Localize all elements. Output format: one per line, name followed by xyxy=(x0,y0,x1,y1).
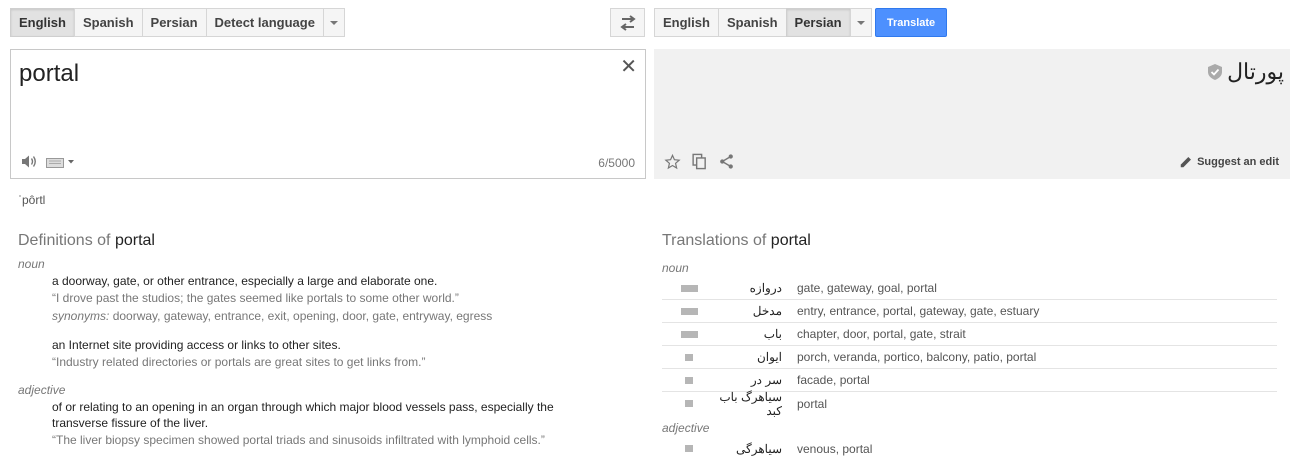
definition-gloss: an Internet site providing access or lin… xyxy=(52,338,341,352)
translation-word[interactable]: دروازه xyxy=(716,281,786,295)
verified-shield-icon xyxy=(1208,64,1223,80)
definition-entry: of or relating to an opening in an organ… xyxy=(52,399,612,449)
target-lang-spanish[interactable]: Spanish xyxy=(717,8,786,37)
part-of-speech: noun xyxy=(662,261,689,275)
source-lang-persian[interactable]: Persian xyxy=(141,8,206,37)
translation-row[interactable]: دروازه gate, gateway, goal, portal xyxy=(662,277,1277,300)
synonyms-list[interactable]: doorway, gateway, entrance, exit, openin… xyxy=(113,309,493,323)
translation-word[interactable]: سیاهرگی xyxy=(716,442,786,456)
frequency-bar xyxy=(662,400,716,407)
target-lang-english[interactable]: English xyxy=(654,8,718,37)
translation-word[interactable]: سیاهرگ باب کبد xyxy=(716,390,786,418)
frequency-bar xyxy=(662,307,716,315)
translation-row[interactable]: مدخل entry, entrance, portal, gateway, ga… xyxy=(662,300,1277,323)
source-lang-english[interactable]: English xyxy=(10,8,74,37)
character-counter: 6/5000 xyxy=(598,156,635,170)
translation-word[interactable]: ایوان xyxy=(716,350,786,364)
share-icon[interactable] xyxy=(718,153,735,170)
source-language-bar: English Spanish Persian Detect language xyxy=(10,8,345,37)
frequency-bar xyxy=(662,284,716,292)
translation-row[interactable]: باب chapter, door, portal, gate, strait xyxy=(662,323,1277,346)
phonetic-transcription: ˈpôrtl xyxy=(18,193,46,207)
swap-languages-button[interactable] xyxy=(610,8,645,37)
reverse-translations[interactable]: portal xyxy=(786,397,827,411)
definitions-title: Definitions of portal xyxy=(18,232,155,249)
translation-word[interactable]: باب xyxy=(716,327,786,341)
translation-word[interactable]: مدخل xyxy=(716,304,786,318)
pencil-icon xyxy=(1180,157,1192,168)
definition-entry: a doorway, gate, or other entrance, espe… xyxy=(52,273,638,325)
translations-section: Translations of portal noun دروازه gate, g… xyxy=(662,232,1277,460)
chevron-down-icon xyxy=(856,20,865,25)
reverse-translations[interactable]: venous, portal xyxy=(786,442,872,456)
suggest-edit-button[interactable]: Suggest an edit xyxy=(1179,155,1279,169)
copy-icon[interactable] xyxy=(691,153,708,170)
definition-example: “I drove past the studios; the gates see… xyxy=(52,291,459,305)
part-of-speech: adjective xyxy=(18,383,66,397)
suggest-edit-label: Suggest an edit xyxy=(1197,156,1279,168)
source-lang-detect[interactable]: Detect language xyxy=(205,8,323,37)
definition-gloss: a doorway, gate, or other entrance, espe… xyxy=(52,274,438,288)
translation-row[interactable]: سیاهرگ باب کبد portal xyxy=(662,390,1277,418)
reverse-translations[interactable]: chapter, door, portal, gate, strait xyxy=(786,327,966,341)
definition-example: “Industry related directories or portals… xyxy=(52,355,426,369)
translation-row[interactable]: ایوان porch, veranda, portico, balcony, p… xyxy=(662,346,1277,369)
frequency-bar xyxy=(662,353,716,361)
reverse-translations[interactable]: facade, portal xyxy=(786,373,870,387)
definition-example: “The liver biopsy specimen showed portal… xyxy=(52,433,545,447)
translation-result-area: پورتال Suggest an edit xyxy=(654,49,1290,179)
synonyms-line: synonyms: doorway, gateway, entrance, ex… xyxy=(52,309,493,323)
reverse-translations[interactable]: porch, veranda, portico, balcony, patio,… xyxy=(786,350,1036,364)
translation-word[interactable]: سر در xyxy=(716,373,786,387)
reverse-translations[interactable]: gate, gateway, goal, portal xyxy=(786,281,937,295)
part-of-speech: adjective xyxy=(662,421,710,435)
target-language-bar: English Spanish Persian xyxy=(654,8,872,37)
translate-button[interactable]: Translate xyxy=(875,8,947,37)
target-lang-persian[interactable]: Persian xyxy=(785,8,850,37)
speaker-icon[interactable] xyxy=(21,154,38,169)
clear-icon[interactable]: ✕ xyxy=(620,57,637,77)
definitions-section: Definitions of portal noun a doorway, ga… xyxy=(18,232,638,458)
definition-entry: an Internet site providing access or lin… xyxy=(52,337,638,371)
translations-title: Translations of portal xyxy=(662,232,811,249)
target-lang-dropdown[interactable] xyxy=(849,8,872,37)
star-icon[interactable] xyxy=(664,153,681,170)
translation-row[interactable]: سیاهرگی venous, portal xyxy=(662,437,1277,460)
part-of-speech: noun xyxy=(18,257,45,271)
source-text[interactable]: portal xyxy=(19,60,79,88)
source-lang-spanish[interactable]: Spanish xyxy=(73,8,142,37)
translated-text: پورتال xyxy=(1227,59,1284,84)
definition-gloss: of or relating to an opening in an organ… xyxy=(52,400,554,430)
source-lang-dropdown[interactable] xyxy=(322,8,345,37)
frequency-bar xyxy=(662,445,716,452)
keyboard-icon[interactable] xyxy=(46,156,76,168)
reverse-translations[interactable]: entry, entrance, portal, gateway, gate, … xyxy=(786,304,1039,318)
frequency-bar xyxy=(662,330,716,338)
frequency-bar xyxy=(662,376,716,384)
source-text-area[interactable]: portal ✕ 6/5000 xyxy=(10,49,646,179)
chevron-down-icon xyxy=(329,20,338,25)
swap-icon xyxy=(619,14,636,31)
